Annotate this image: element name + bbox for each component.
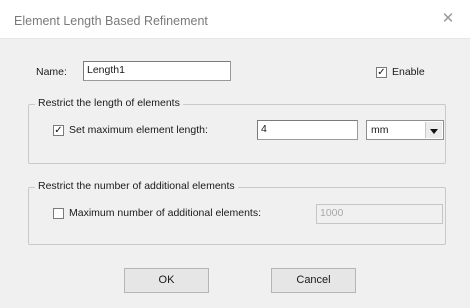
max-length-input[interactable]: 4 bbox=[257, 120, 358, 140]
name-label: Name: bbox=[36, 66, 67, 78]
checkmark-icon: ✓ bbox=[54, 125, 63, 136]
unit-value: mm bbox=[371, 124, 389, 136]
max-length-checkbox[interactable]: ✓ bbox=[53, 125, 64, 136]
unit-dropdown[interactable]: mm bbox=[366, 120, 444, 140]
window-title: Element Length Based Refinement bbox=[14, 14, 208, 28]
checkmark-icon: ✓ bbox=[377, 67, 386, 78]
chevron-down-icon[interactable] bbox=[425, 122, 442, 138]
close-icon[interactable]: ✕ bbox=[438, 9, 458, 29]
enable-checkbox[interactable]: ✓ bbox=[376, 67, 387, 78]
name-field[interactable]: Length1 bbox=[83, 61, 231, 81]
max-additional-label: Maximum number of additional elements: bbox=[69, 207, 262, 219]
max-additional-input[interactable]: 1000 bbox=[316, 204, 443, 224]
max-length-label: Set maximum element length: bbox=[69, 124, 208, 136]
title-bar: Element Length Based Refinement ✕ bbox=[0, 0, 470, 39]
cancel-button[interactable]: Cancel bbox=[271, 268, 356, 293]
max-additional-checkbox[interactable] bbox=[53, 208, 64, 219]
count-restriction-legend: Restrict the number of additional elemen… bbox=[35, 180, 238, 192]
ok-button[interactable]: OK bbox=[124, 268, 209, 293]
length-restriction-legend: Restrict the length of elements bbox=[35, 97, 183, 109]
enable-label: Enable bbox=[392, 66, 425, 78]
